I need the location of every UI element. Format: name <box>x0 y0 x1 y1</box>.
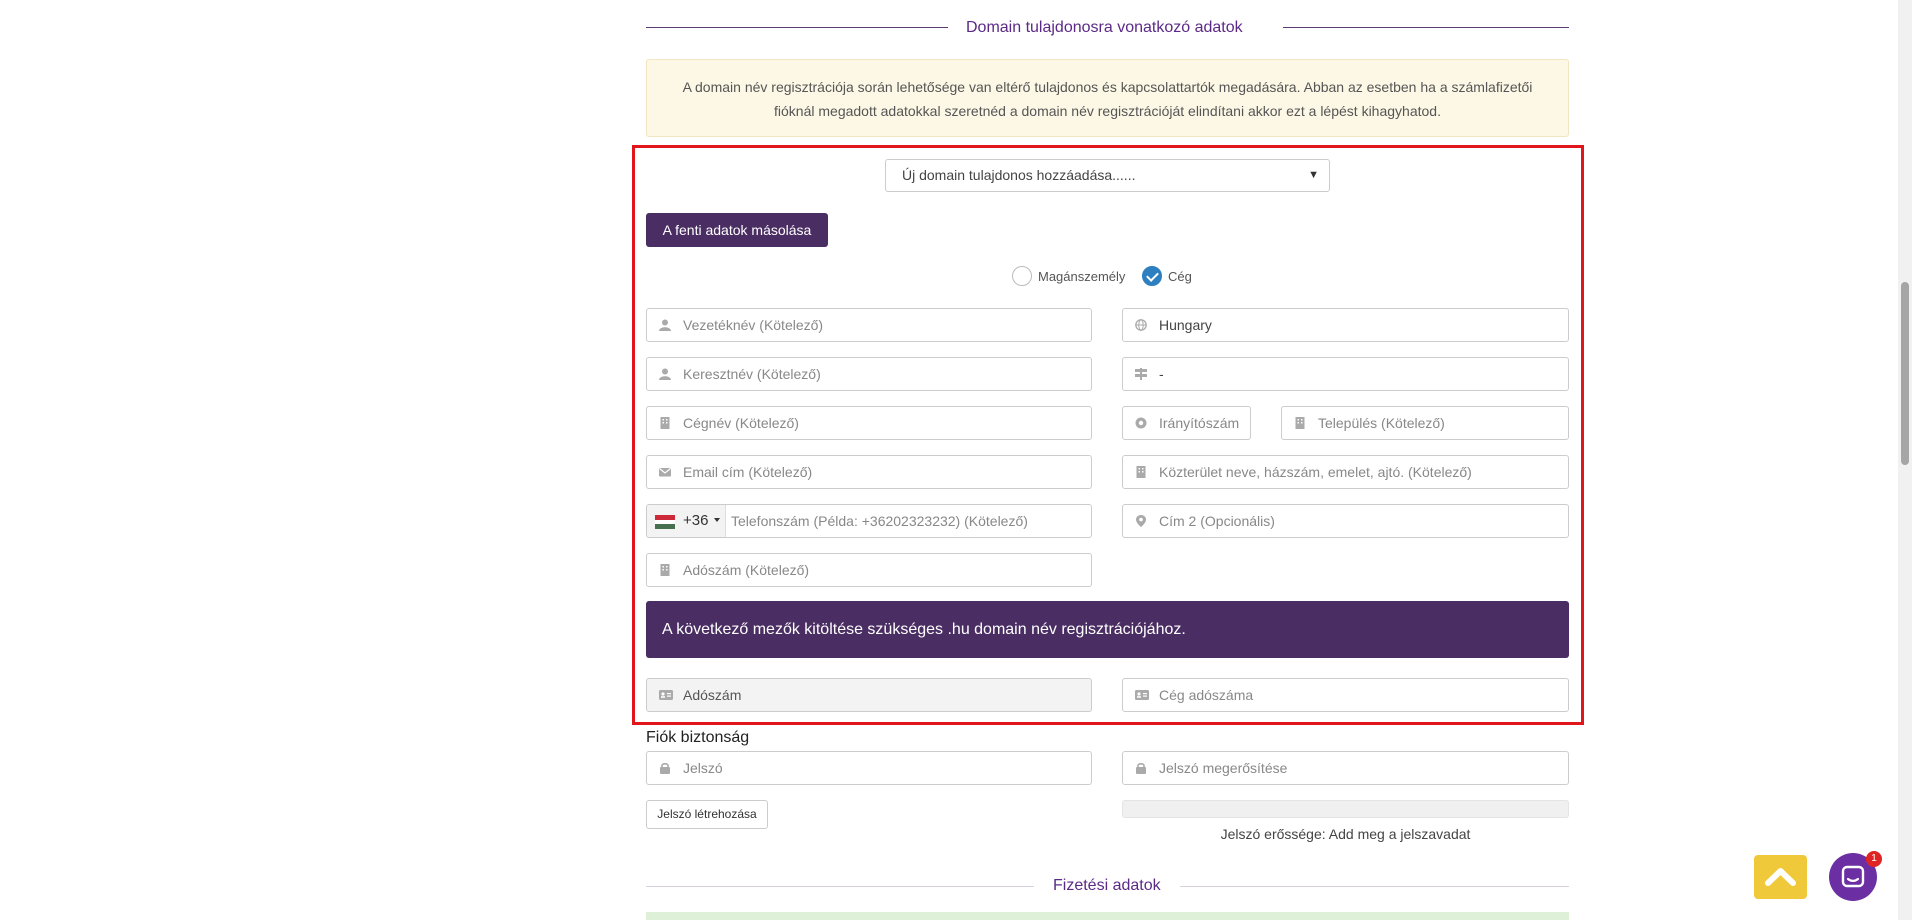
radio-unchecked-icon[interactable] <box>1012 266 1032 286</box>
building-icon <box>1295 417 1305 429</box>
password-strength-text: Jelszó erőssége: Add meg a jelszavadat <box>1220 826 1471 842</box>
password-confirm-placeholder: Jelszó megerősítése <box>1159 760 1288 776</box>
user-icon <box>659 368 671 380</box>
payment-info-box <box>646 912 1569 920</box>
scrollbar-thumb[interactable] <box>1901 282 1909 465</box>
password-input[interactable]: Jelszó <box>646 751 1092 785</box>
building-icon <box>1136 466 1146 478</box>
owner-select[interactable]: Új domain tulajdonos hozzáadása...... ▼ <box>885 159 1330 192</box>
email-placeholder: Email cím (Kötelező) <box>683 464 813 480</box>
dial-code: +36 <box>683 512 709 529</box>
hu-taxid-value: Adószám <box>683 687 742 703</box>
state-select[interactable]: - <box>1122 357 1569 391</box>
section-divider-right <box>1283 27 1569 28</box>
company-input[interactable]: Cégnév (Kötelező) <box>646 406 1092 440</box>
caret-down-icon <box>714 518 720 522</box>
email-input[interactable]: Email cím (Kötelező) <box>646 455 1092 489</box>
company-placeholder: Cégnév (Kötelező) <box>683 415 799 431</box>
taxid-input[interactable]: Adószám (Kötelező) <box>646 553 1092 587</box>
country-value: Hungary <box>1159 317 1212 333</box>
building-icon <box>660 417 670 429</box>
id-card-icon <box>659 690 673 700</box>
password-confirm-input[interactable]: Jelszó megerősítése <box>1122 751 1569 785</box>
company-taxid-input[interactable]: Cég adószáma <box>1122 678 1569 712</box>
owner-info-box: A domain név regisztrációja során lehető… <box>646 59 1569 137</box>
id-card-icon <box>1135 690 1149 700</box>
password-strength-bar <box>1122 800 1569 818</box>
country-code-dropdown[interactable]: +36 <box>647 505 726 537</box>
radio-company-label: Cég <box>1168 268 1192 284</box>
phone-placeholder: Telefonszám (Példa: +36202323232) (Kötel… <box>731 513 1028 529</box>
globe-icon <box>1135 319 1147 331</box>
payment-divider-right <box>1180 886 1569 887</box>
firstname-placeholder: Keresztnév (Kötelező) <box>683 366 821 382</box>
address1-placeholder: Közterület neve, házszám, emelet, ajtó. … <box>1159 464 1472 480</box>
chevron-down-icon: ▼ <box>1308 169 1319 181</box>
state-value: - <box>1159 366 1164 382</box>
phone-input[interactable]: +36 Telefonszám (Példa: +36202323232) (K… <box>646 504 1092 538</box>
hungary-flag-icon <box>655 515 675 529</box>
building-icon <box>660 564 670 576</box>
zip-input[interactable]: Irányítószám <box>1122 406 1251 440</box>
scroll-to-top-button[interactable] <box>1754 855 1807 899</box>
address1-input[interactable]: Közterület neve, házszám, emelet, ajtó. … <box>1122 455 1569 489</box>
owner-info-text: A domain név regisztrációja során lehető… <box>682 79 1533 119</box>
taxid-placeholder: Adószám (Kötelező) <box>683 562 810 578</box>
firstname-input[interactable]: Keresztnév (Kötelező) <box>646 357 1092 391</box>
city-input[interactable]: Település (Kötelező) <box>1281 406 1569 440</box>
lastname-placeholder: Vezetéknév (Kötelező) <box>683 317 824 333</box>
badge-icon <box>1135 417 1147 429</box>
hu-taxid-input[interactable]: Adószám <box>646 678 1092 712</box>
map-marker-icon <box>1136 515 1146 527</box>
chat-notification-badge: 1 <box>1866 851 1882 867</box>
account-security-title: Fiók biztonság <box>646 729 750 746</box>
country-select[interactable]: Hungary <box>1122 308 1569 342</box>
lastname-input[interactable]: Vezetéknév (Kötelező) <box>646 308 1092 342</box>
page-scrollbar[interactable] <box>1898 0 1912 920</box>
radio-private-label: Magánszemély <box>1038 268 1126 284</box>
address2-input[interactable]: Cím 2 (Opcionális) <box>1122 504 1569 538</box>
payment-section-title: Fizetési adatok <box>1053 877 1161 894</box>
generate-password-button[interactable]: Jelszó létrehozása <box>646 800 768 829</box>
chevron-up-icon <box>1765 868 1796 886</box>
password-placeholder: Jelszó <box>683 760 723 776</box>
radio-company[interactable]: Cég <box>1142 265 1192 287</box>
signpost-icon <box>1135 368 1147 380</box>
lock-icon <box>1136 762 1146 774</box>
hu-domain-banner: A következő mezők kitöltése szükséges .h… <box>646 601 1569 658</box>
envelope-icon <box>659 468 671 477</box>
company-taxid-placeholder: Cég adószáma <box>1159 687 1254 703</box>
user-icon <box>659 319 671 331</box>
lock-icon <box>660 762 670 774</box>
payment-divider-left <box>646 886 1034 887</box>
address2-placeholder: Cím 2 (Opcionális) <box>1159 513 1275 529</box>
section-divider-left <box>646 27 948 28</box>
radio-private-person[interactable]: Magánszemély <box>1012 265 1125 287</box>
city-placeholder: Település (Kötelező) <box>1318 415 1445 431</box>
owner-select-value: Új domain tulajdonos hozzáadása...... <box>902 167 1136 183</box>
copy-data-button[interactable]: A fenti adatok másolása <box>646 213 828 247</box>
zip-placeholder: Irányítószám <box>1159 415 1240 431</box>
radio-checked-icon[interactable] <box>1142 266 1162 286</box>
owner-section-title: Domain tulajdonosra vonatkozó adatok <box>966 19 1243 36</box>
